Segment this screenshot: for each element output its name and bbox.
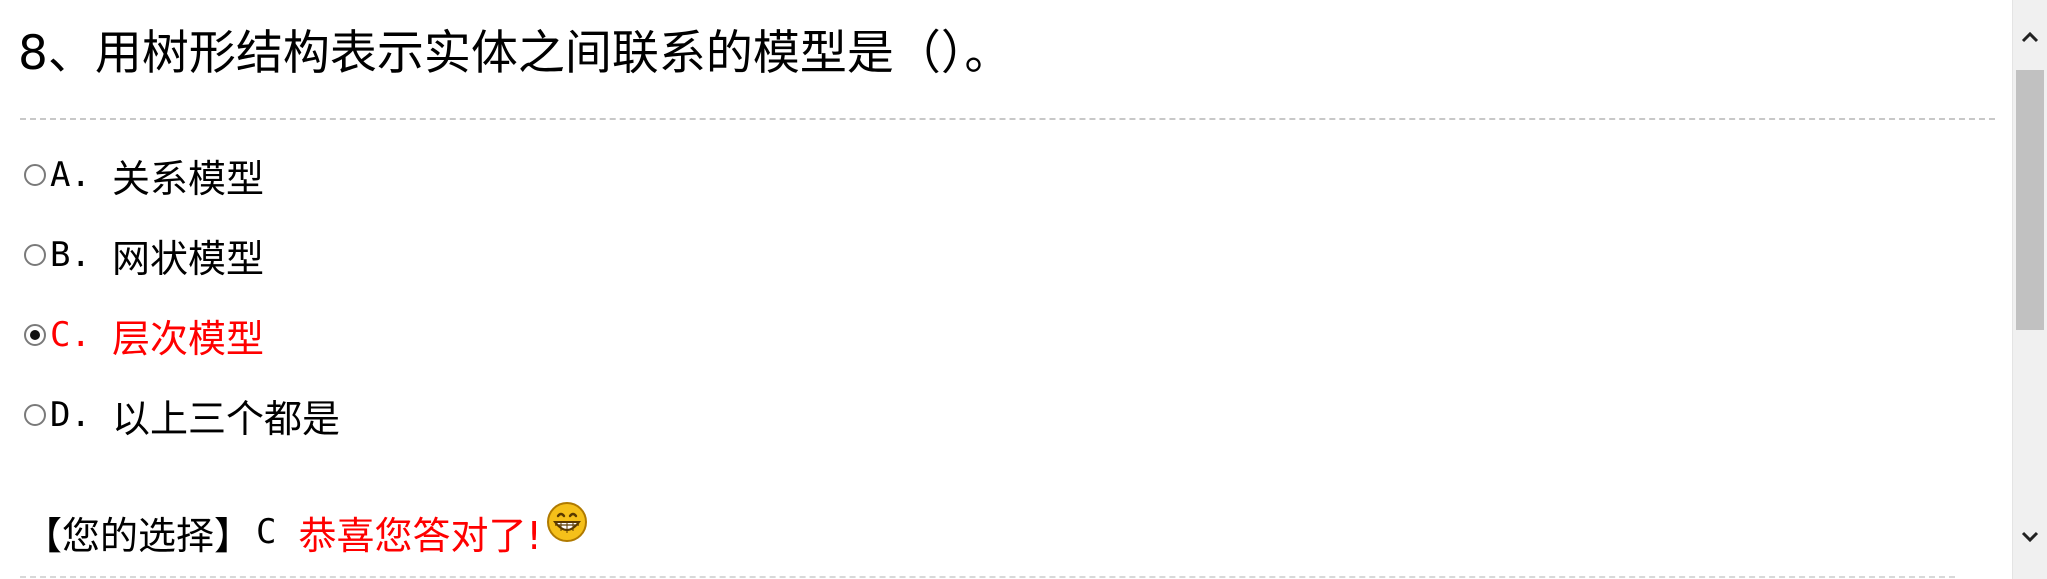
scroll-up-button[interactable]: [2013, 20, 2047, 54]
feedback-text: 恭喜您答对了!: [298, 513, 542, 558]
your-choice-value: C: [256, 512, 277, 552]
option-b-radio[interactable]: [24, 244, 46, 266]
option-b-letter: B.: [50, 235, 91, 275]
option-d-radio[interactable]: [24, 404, 46, 426]
chevron-down-icon: [2021, 531, 2039, 543]
option-d[interactable]: D. 以上三个都是: [24, 390, 341, 441]
option-a-radio[interactable]: [24, 164, 46, 186]
option-d-text: 以上三个都是: [112, 396, 341, 441]
answer-result: 【您的选择】 C 恭喜您答对了!: [24, 502, 588, 562]
option-b-text: 网状模型: [112, 236, 265, 281]
chevron-up-icon: [2021, 31, 2039, 43]
vertical-scrollbar[interactable]: [2012, 0, 2047, 579]
scroll-down-button[interactable]: [2013, 520, 2047, 554]
scrollbar-thumb[interactable]: [2016, 70, 2044, 330]
option-a-letter: A.: [50, 155, 91, 195]
option-d-letter: D.: [50, 395, 91, 435]
option-a[interactable]: A. 关系模型: [24, 150, 265, 201]
quiz-content: 8、用树形结构表示实体之间联系的模型是（）。 A. 关系模型 B. 网状模型 C…: [0, 0, 2012, 579]
option-c-radio[interactable]: [24, 324, 46, 346]
question-divider: [20, 118, 1995, 120]
option-c-text: 层次模型: [112, 316, 265, 361]
option-b[interactable]: B. 网状模型: [24, 230, 265, 281]
your-choice-label: 【您的选择】: [24, 513, 253, 558]
question-title: 8、用树形结构表示实体之间联系的模型是（）。: [18, 26, 1012, 81]
option-c[interactable]: C. 层次模型: [24, 310, 265, 361]
option-a-text: 关系模型: [112, 156, 265, 201]
answer-divider: [20, 576, 1955, 578]
grinning-smiley-icon: [546, 502, 587, 542]
option-c-letter: C.: [50, 315, 91, 355]
